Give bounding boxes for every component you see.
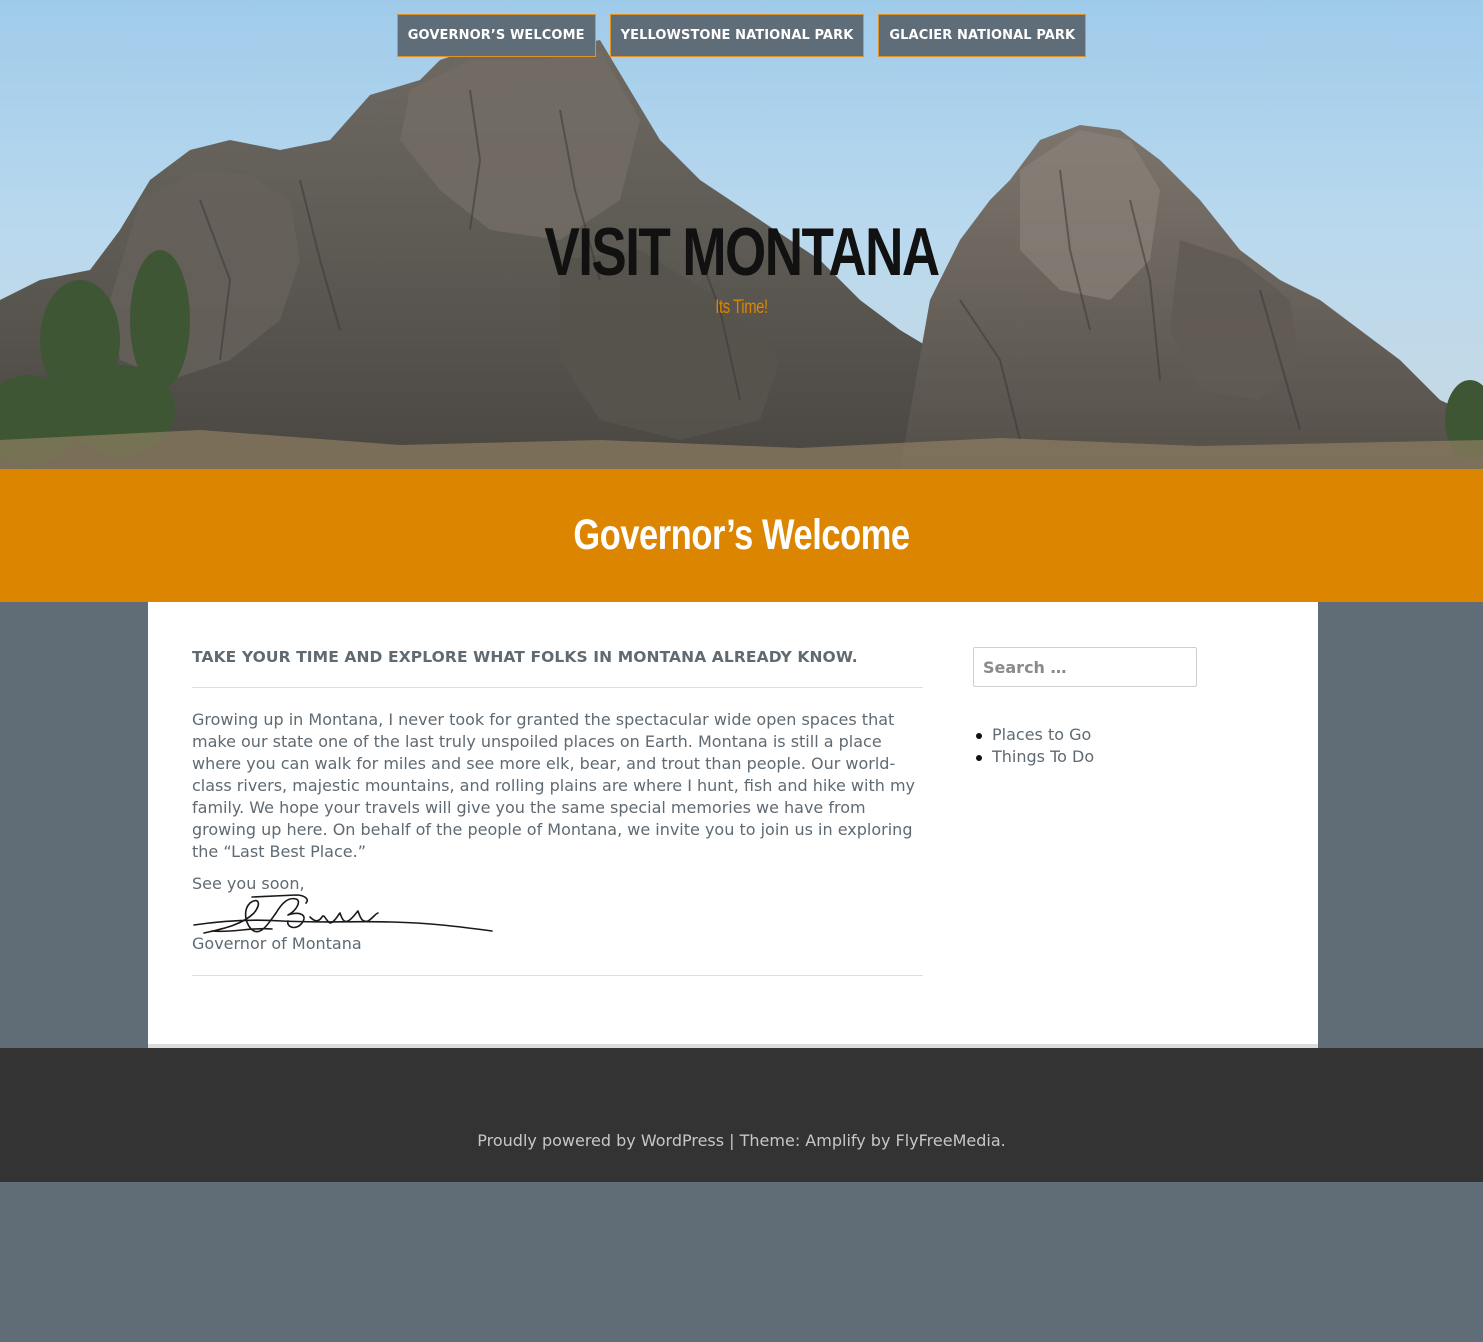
hero-banner: GOVERNOR’S WELCOME YELLOWSTONE NATIONAL … (0, 0, 1483, 469)
sidebar: Places to Go Things To Do (973, 647, 1223, 768)
primary-nav: GOVERNOR’S WELCOME YELLOWSTONE NATIONAL … (0, 14, 1483, 57)
theme-author-link[interactable]: FlyFreeMedia (896, 1131, 1001, 1150)
footer-powered-prefix: Proudly powered by (477, 1131, 641, 1150)
closing-text: See you soon, (192, 874, 305, 893)
nav-item-yellowstone[interactable]: YELLOWSTONE NATIONAL PARK (609, 14, 865, 57)
sidebar-link-places-to-go[interactable]: Places to Go (992, 725, 1091, 744)
page-title-band: Governor’s Welcome (0, 469, 1483, 602)
list-item: Places to Go (973, 724, 1223, 746)
governor-signature-image (193, 894, 493, 934)
signature-title: Governor of Montana (192, 934, 362, 953)
footer-suffix: . (1000, 1131, 1006, 1150)
entry: TAKE YOUR TIME AND EXPLORE WHAT FOLKS IN… (192, 602, 923, 976)
footer-credits: Proudly powered by WordPress | Theme: Am… (0, 1130, 1483, 1152)
sidebar-link-things-to-do[interactable]: Things To Do (992, 747, 1094, 766)
site-tagline: Its Time! (715, 297, 768, 318)
wordpress-link[interactable]: WordPress (641, 1131, 724, 1150)
list-item: Things To Do (973, 746, 1223, 768)
entry-body: Growing up in Montana, I never took for … (192, 710, 915, 861)
footer-theme-prefix: Theme: Amplify by (739, 1131, 896, 1150)
sidebar-link-list: Places to Go Things To Do (973, 724, 1223, 768)
nav-item-glacier[interactable]: GLACIER NATIONAL PARK (878, 14, 1087, 57)
search-input[interactable] (973, 647, 1197, 687)
page-title: Governor’s Welcome (573, 511, 910, 559)
site-footer: Proudly powered by WordPress | Theme: Am… (0, 1048, 1483, 1182)
divider (192, 975, 923, 976)
nav-item-governors-welcome[interactable]: GOVERNOR’S WELCOME (396, 14, 596, 57)
site-title[interactable]: VISIT MONTANA (163, 214, 1320, 290)
divider (192, 687, 923, 688)
entry-heading: TAKE YOUR TIME AND EXPLORE WHAT FOLKS IN… (192, 648, 858, 666)
footer-separator: | (724, 1131, 740, 1150)
content-area: TAKE YOUR TIME AND EXPLORE WHAT FOLKS IN… (148, 602, 1318, 1048)
